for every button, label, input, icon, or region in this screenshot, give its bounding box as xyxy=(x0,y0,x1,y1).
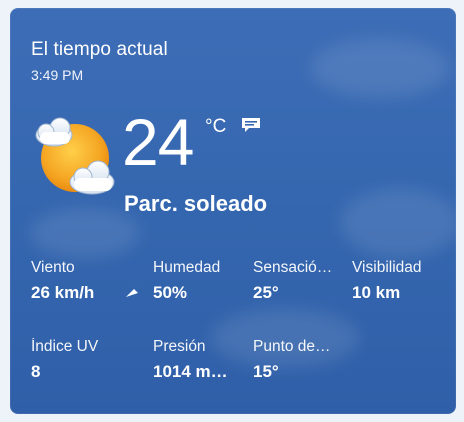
metric-wind[interactable]: Viento 26 km/h xyxy=(31,259,123,303)
metric-label: Presión xyxy=(153,338,206,355)
background-cloud xyxy=(310,38,450,98)
current-time: 3:49 PM xyxy=(31,67,84,83)
metric-dew-point[interactable]: Punto de… 15° xyxy=(253,338,345,382)
metric-label: Viento xyxy=(31,259,75,276)
metric-pressure[interactable]: Presión 1014 m… xyxy=(153,338,245,382)
metric-label: Visibilidad xyxy=(352,259,422,276)
metric-value: 15° xyxy=(253,362,279,381)
metric-label: Humedad xyxy=(153,259,221,276)
temperature-unit[interactable]: °C xyxy=(205,116,226,138)
widget-title: El tiempo actual xyxy=(31,39,168,60)
feedback-icon[interactable] xyxy=(240,116,262,134)
metric-value: 26 km/h xyxy=(31,283,95,302)
metric-value: 25° xyxy=(253,283,279,302)
metric-value: 10 km xyxy=(352,283,401,302)
metric-label: Sensació… xyxy=(253,259,333,276)
wind-direction-arrow-icon xyxy=(126,283,140,297)
metric-humidity[interactable]: Humedad 50% xyxy=(153,259,245,303)
weather-condition: Parc. soleado xyxy=(124,191,268,216)
weather-card[interactable]: El tiempo actual 3:49 PM 24 °C Parc. sol… xyxy=(10,8,456,414)
partly-sunny-icon xyxy=(35,117,115,195)
metric-uv-index[interactable]: Índice UV 8 xyxy=(31,338,123,382)
metric-value: 8 xyxy=(31,362,41,381)
metric-value: 50% xyxy=(153,283,188,302)
temperature-value: 24 xyxy=(122,105,194,179)
metric-feels-like[interactable]: Sensació… 25° xyxy=(253,259,345,303)
background-cloud xyxy=(340,188,456,258)
metric-visibility[interactable]: Visibilidad 10 km xyxy=(352,259,444,303)
metric-value: 1014 m… xyxy=(153,362,228,381)
metric-label: Punto de… xyxy=(253,338,331,355)
metric-label: Índice UV xyxy=(31,338,99,355)
